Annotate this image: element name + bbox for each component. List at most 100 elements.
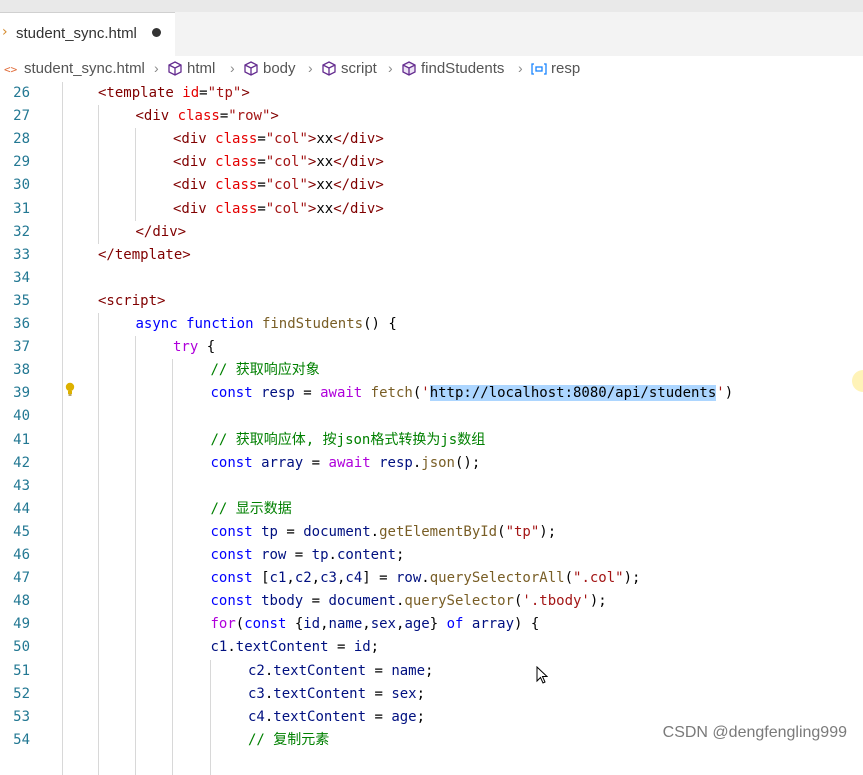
code-token: ;: [396, 547, 404, 563]
tab-bar: › student_sync.html: [0, 12, 863, 56]
code-token: "col": [266, 201, 308, 217]
code-token: tp: [312, 547, 329, 563]
code-token: =: [329, 639, 354, 655]
breadcrumb-body[interactable]: body: [243, 60, 296, 77]
code-token: () {: [363, 316, 397, 332]
code-token: tp: [261, 524, 278, 540]
tab-student-sync[interactable]: › student_sync.html: [0, 12, 175, 56]
code-line[interactable]: 37try {: [0, 336, 863, 359]
code-token: row: [396, 570, 421, 586]
code-token: const: [244, 616, 295, 632]
code-line[interactable]: 44// 显示数据: [0, 498, 863, 521]
code-token: (: [497, 524, 505, 540]
line-number: 47: [0, 567, 30, 590]
breadcrumb-script[interactable]: script: [321, 60, 377, 77]
code-token: =: [303, 455, 328, 471]
breadcrumb: <> student_sync.html › html › body › scr…: [0, 56, 863, 82]
code-token: ,: [320, 616, 328, 632]
code-token: const: [211, 547, 262, 563]
code-line[interactable]: 42const array = await resp.json();: [0, 452, 863, 475]
code-line[interactable]: 51c2.textContent = name;: [0, 660, 863, 683]
line-number: 43: [0, 475, 30, 498]
code-token: class: [215, 201, 257, 217]
code-token: id: [354, 639, 371, 655]
code-token: async function: [136, 316, 262, 332]
code-line[interactable]: 27<div class="row">: [0, 105, 863, 128]
code-line[interactable]: 41// 获取响应体, 按json格式转换为js数组: [0, 429, 863, 452]
code-line[interactable]: 28<div class="col">xx</div>: [0, 128, 863, 151]
code-token: >: [241, 85, 249, 101]
lightbulb-icon[interactable]: [64, 382, 76, 396]
code-token: sex: [371, 616, 396, 632]
code-line[interactable]: 49for(const {id,name,sex,age} of array) …: [0, 613, 863, 636]
line-number: 45: [0, 521, 30, 544]
line-number: 53: [0, 706, 30, 729]
breadcrumb-resp[interactable]: resp: [531, 60, 580, 77]
code-token: content: [337, 547, 396, 563]
unsaved-dot-icon[interactable]: [152, 28, 161, 37]
breadcrumb-html[interactable]: html: [167, 60, 215, 77]
code-token: }: [430, 616, 447, 632]
code-token: =: [286, 547, 311, 563]
code-line[interactable]: 30<div class="col">xx</div>: [0, 174, 863, 197]
code-token: .: [371, 524, 379, 540]
line-number: 46: [0, 544, 30, 567]
line-number: 28: [0, 128, 30, 151]
breadcrumb-label: body: [263, 60, 296, 77]
code-line[interactable]: 40: [0, 405, 863, 428]
code-token: (: [565, 570, 573, 586]
line-number: 36: [0, 313, 30, 336]
code-token: getElementById: [379, 524, 497, 540]
line-number: 51: [0, 660, 30, 683]
code-token: await: [320, 385, 371, 401]
code-token: array: [261, 455, 303, 471]
code-line[interactable]: 36async function findStudents() {: [0, 313, 863, 336]
code-text: const array = await resp.json();: [211, 452, 481, 475]
breadcrumb-findstudents[interactable]: findStudents: [401, 60, 504, 77]
code-line[interactable]: 32</div>: [0, 221, 863, 244]
breadcrumb-label: script: [341, 60, 377, 77]
code-line[interactable]: 52c3.textContent = sex;: [0, 683, 863, 706]
code-token: textContent: [273, 663, 366, 679]
line-number: 26: [0, 82, 30, 105]
code-line[interactable]: 50c1.textContent = id;: [0, 636, 863, 659]
code-line[interactable]: 45const tp = document.getElementById("tp…: [0, 521, 863, 544]
code-line[interactable]: 29<div class="col">xx</div>: [0, 151, 863, 174]
code-token: ();: [455, 455, 480, 471]
code-line[interactable]: 43: [0, 475, 863, 498]
code-token: =: [257, 154, 265, 170]
variable-icon: [531, 61, 547, 77]
selected-text: http://localhost:8080/api/students: [430, 385, 717, 401]
code-token: .: [413, 455, 421, 471]
code-line[interactable]: 47const [c1,c2,c3,c4] = row.querySelecto…: [0, 567, 863, 590]
code-text: c4.textContent = age;: [248, 706, 425, 729]
breadcrumb-separator: ›: [230, 60, 235, 76]
code-line[interactable]: 26<template id="tp">: [0, 82, 863, 105]
code-line[interactable]: 35<script>: [0, 290, 863, 313]
code-token: c2: [295, 570, 312, 586]
code-token: ;: [425, 663, 433, 679]
line-number: 35: [0, 290, 30, 313]
code-line[interactable]: 48const tbody = document.querySelector('…: [0, 590, 863, 613]
line-number: 54: [0, 729, 30, 752]
code-token: <div: [173, 177, 215, 193]
code-token: c4: [248, 709, 265, 725]
code-line[interactable]: 34: [0, 267, 863, 290]
code-line[interactable]: 33</template>: [0, 244, 863, 267]
code-line[interactable]: 31<div class="col">xx</div>: [0, 198, 863, 221]
code-line[interactable]: 39const resp = await fetch('http://local…: [0, 382, 863, 405]
code-token: c1: [270, 570, 287, 586]
breadcrumb-separator: ›: [518, 60, 523, 76]
line-number: 50: [0, 636, 30, 659]
code-token: class: [215, 177, 257, 193]
breadcrumb-file[interactable]: <> student_sync.html: [4, 60, 145, 77]
code-text: c3.textContent = sex;: [248, 683, 425, 706]
code-token: id: [182, 85, 199, 101]
title-strip: [0, 0, 863, 12]
code-token: "col": [266, 131, 308, 147]
code-line[interactable]: 38// 获取响应对象: [0, 359, 863, 382]
cube-icon: [321, 61, 337, 77]
code-line[interactable]: 46const row = tp.content;: [0, 544, 863, 567]
code-editor[interactable]: 26<template id="tp">27<div class="row">2…: [0, 82, 863, 754]
code-token: resp: [379, 455, 413, 471]
